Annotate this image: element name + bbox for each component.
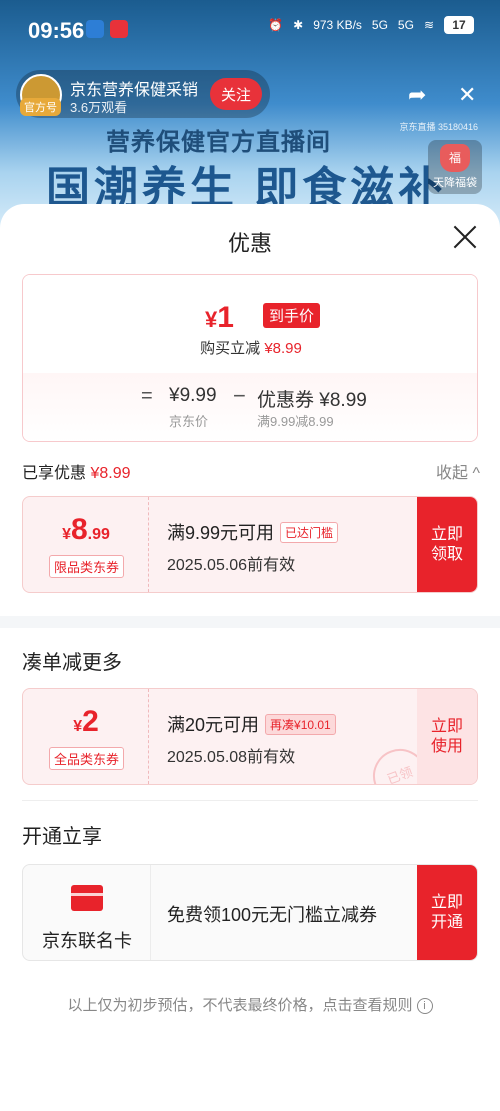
currency-symbol: ¥ [73, 718, 83, 735]
equals-sign: = [141, 385, 153, 407]
coupon-validity: 2025.05.08前有效 [167, 749, 296, 766]
coupon-condition-text: 满9.99元可用 [167, 523, 275, 543]
lucky-bag-label: 天降福袋 [433, 177, 477, 189]
info-icon[interactable]: i [416, 998, 433, 1014]
enjoyed-label: 已享优惠 [22, 465, 87, 482]
coupon-type: 限品类东券 [49, 555, 125, 578]
coupon-condition: 满9.99元可用 已达门槛 [167, 519, 339, 545]
section-divider [0, 616, 500, 628]
app-notification-icon [110, 20, 128, 38]
credit-card-icon [71, 885, 103, 911]
signal-icon: 5G [371, 18, 388, 32]
use-coupon-button[interactable]: 立即使用 [417, 689, 477, 784]
coupon-type: 全品类东券 [49, 747, 125, 770]
card-offer-description: 免费领100元无门槛立减券 [167, 905, 378, 925]
section-title: 开通立享 [22, 826, 102, 848]
channel-id: 京东直播 35180416 [399, 122, 478, 132]
lucky-bag-button[interactable]: 福 天降福袋 [428, 140, 482, 194]
status-bar: 09:56 ⏰ ✱ 973 KB/s 5G 5G ≋ 17 [0, 0, 500, 62]
lucky-bag-icon: 福 [440, 144, 470, 172]
sheet-title: 优惠 [227, 231, 272, 256]
claim-coupon-button[interactable]: 立即领取 [417, 497, 477, 592]
final-price-area: ¥1 到手价 购买立减 ¥8.99 [23, 275, 477, 373]
coupon-value: ¥2 全品类东券 [23, 689, 149, 784]
rules-note-text: 以上仅为初步预估，不代表最终价格，点击查看规则 [67, 997, 413, 1014]
bluetooth-icon: ✱ [293, 18, 304, 32]
currency-symbol: ¥ [205, 307, 218, 332]
coupon-condition-text: 满20元可用 [167, 715, 260, 735]
coupon-status-tag: 再凑¥10.01 [265, 714, 336, 735]
discount-sheet: 优惠 ¥1 到手价 购买立减 ¥8.99 = ¥9.99 京东价 − 优惠券 ¥… [0, 204, 500, 1111]
rules-note[interactable]: 以上仅为初步预估，不代表最终价格，点击查看规则 i [0, 994, 500, 1015]
final-price-tag: 到手价 [263, 303, 321, 328]
price-breakdown: = ¥9.99 京东价 − 优惠券 ¥8.99 满9.99减8.99 [23, 373, 477, 441]
coupon-details: 满9.99元可用 已达门槛 2025.05.06前有效 [167, 519, 339, 575]
app-notification-icon [86, 20, 104, 38]
coupon-amount: 优惠券 ¥8.99 [257, 390, 367, 411]
share-icon[interactable]: ➦ [408, 82, 426, 108]
coupon-card: ¥8.99 限品类东券 满9.99元可用 已达门槛 2025.05.06前有效 立… [22, 496, 478, 593]
enjoyed-amount: ¥8.99 [90, 465, 131, 482]
instant-discount: 购买立减 ¥8.99 [23, 337, 477, 358]
coupon-amount-decimal: .99 [87, 526, 110, 543]
divider-line [22, 800, 478, 801]
coupon-amount-integer: 2 [82, 705, 99, 738]
minus-sign: − [233, 383, 246, 408]
section-title: 凑单减更多 [22, 652, 122, 674]
final-price: ¥1 [205, 301, 234, 335]
official-badge: 官方号 [20, 98, 61, 116]
enjoyed-discount: 已享优惠 ¥8.99 [22, 459, 131, 483]
streamer-info[interactable]: 官方号 京东营养保健采销 3.6万观看 关注 [16, 70, 270, 118]
co-brand-card-offer: 京东联名卡 免费领100元无门槛立减券 立即开通 [22, 864, 478, 961]
card-name: 京东联名卡 [42, 931, 132, 951]
signal-icon: 5G [397, 18, 414, 32]
jd-price: ¥9.99 [169, 385, 217, 406]
coupon-condition: 满9.99减8.99 [257, 414, 334, 429]
viewer-count: 3.6万观看 [70, 100, 128, 115]
claim-coupon-label: 立即领取 [430, 525, 463, 563]
price-summary-card: ¥1 到手价 购买立减 ¥8.99 = ¥9.99 京东价 − 优惠券 ¥8.9… [22, 274, 478, 442]
status-right: ⏰ ✱ 973 KB/s 5G 5G ≋ 17 [268, 16, 474, 34]
follow-button[interactable]: 关注 [210, 78, 262, 110]
wifi-icon: ≋ [423, 18, 434, 32]
open-card-button[interactable]: 立即开通 [417, 865, 477, 960]
coupon-card: ¥2 全品类东券 满20元可用 再凑¥10.01 2025.05.08前有效 已领… [22, 688, 478, 785]
use-coupon-label: 立即使用 [430, 717, 463, 755]
coupon-amount: ¥2 [23, 705, 149, 739]
coupon-amount: ¥8.99 [23, 513, 149, 547]
jd-price-label: 京东价 [169, 414, 209, 429]
final-price-value: 1 [217, 301, 234, 334]
coupon-status-tag: 已达门槛 [280, 522, 339, 543]
net-speed: 973 KB/s [313, 18, 362, 32]
instant-label: 购买立减 [200, 340, 261, 357]
currency-symbol: ¥ [62, 526, 71, 543]
coupon-validity: 2025.05.06前有效 [167, 557, 296, 574]
alarm-icon: ⏰ [268, 18, 284, 32]
close-icon[interactable]: ✕ [458, 82, 476, 108]
collapse-button[interactable]: 收起 ^ [436, 459, 480, 483]
status-time: 09:56 [28, 18, 85, 43]
coupon-value: ¥8.99 限品类东券 [23, 497, 149, 592]
coupon-details: 满20元可用 再凑¥10.01 2025.05.08前有效 [167, 711, 336, 767]
coupon-condition: 满20元可用 再凑¥10.01 [167, 711, 336, 737]
coupon-amount-integer: 8 [70, 513, 88, 546]
card-brand: 京东联名卡 [23, 865, 151, 960]
instant-amount: ¥8.99 [264, 340, 302, 357]
open-card-label: 立即开通 [430, 893, 463, 931]
close-icon[interactable] [452, 224, 478, 250]
battery-icon: 17 [444, 16, 474, 34]
